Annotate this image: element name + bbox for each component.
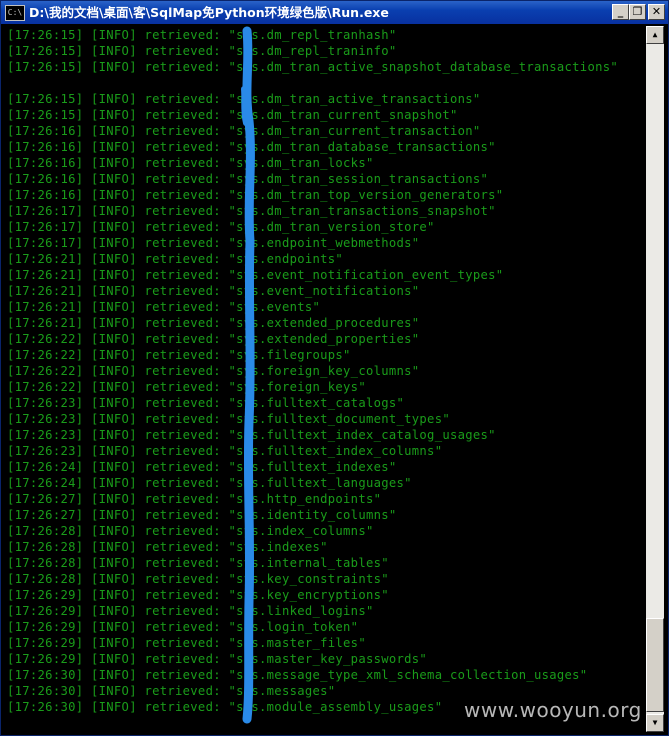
maximize-button[interactable]: ❐ xyxy=(629,4,646,20)
console-line: [17:26:22] [INFO] retrieved: "sys.filegr… xyxy=(7,348,351,362)
console-line: [17:26:29] [INFO] retrieved: "sys.master… xyxy=(7,652,428,666)
console-line: [17:26:16] [INFO] retrieved: "sys.dm_tra… xyxy=(7,188,504,202)
scroll-down-button[interactable]: ▼ xyxy=(646,714,664,732)
console-line: [17:26:29] [INFO] retrieved: "sys.key_en… xyxy=(7,588,389,602)
console-line: [17:26:30] [INFO] retrieved: "sys.messag… xyxy=(7,684,336,698)
console-output[interactable]: [17:26:15] [INFO] retrieved: "sys.dm_rep… xyxy=(5,26,644,732)
watermark: www.wooyun.org xyxy=(464,698,642,722)
console-line: [17:26:22] [INFO] retrieved: "sys.extend… xyxy=(7,332,420,346)
minimize-button[interactable]: _ xyxy=(612,4,629,20)
console-line: [17:26:21] [INFO] retrieved: "sys.event_… xyxy=(7,284,420,298)
console-line: [17:26:16] [INFO] retrieved: "sys.dm_tra… xyxy=(7,140,496,154)
close-button[interactable]: ✕ xyxy=(648,4,665,20)
scroll-thumb[interactable] xyxy=(646,618,664,712)
console-line: [17:26:16] [INFO] retrieved: "sys.dm_tra… xyxy=(7,156,374,170)
console-line: [17:26:29] [INFO] retrieved: "sys.master… xyxy=(7,636,366,650)
console-line: [17:26:22] [INFO] retrieved: "sys.foreig… xyxy=(7,364,420,378)
console-line: [17:26:21] [INFO] retrieved: "sys.event_… xyxy=(7,268,504,282)
console-line: [17:26:21] [INFO] retrieved: "sys.events… xyxy=(7,300,321,314)
console-line: [17:26:22] [INFO] retrieved: "sys.foreig… xyxy=(7,380,366,394)
console-line: [17:26:28] [INFO] retrieved: "sys.key_co… xyxy=(7,572,389,586)
console-line: [17:26:21] [INFO] retrieved: "sys.endpoi… xyxy=(7,252,344,266)
console-line: [17:26:17] [INFO] retrieved: "sys.dm_tra… xyxy=(7,204,496,218)
console-line: [17:26:15] [INFO] retrieved: "sys.dm_tra… xyxy=(7,92,481,106)
console-line: [17:26:17] [INFO] retrieved: "sys.dm_tra… xyxy=(7,220,435,234)
console-line: [17:26:27] [INFO] retrieved: "sys.http_e… xyxy=(7,492,382,506)
console-line: [17:26:15] [INFO] retrieved: "sys.dm_tra… xyxy=(7,108,458,122)
console-line: [17:26:28] [INFO] retrieved: "sys.indexe… xyxy=(7,540,328,554)
console-line: [17:26:16] [INFO] retrieved: "sys.dm_tra… xyxy=(7,124,481,138)
console-line: [17:26:17] [INFO] retrieved: "sys.endpoi… xyxy=(7,236,420,250)
console-line: [17:26:29] [INFO] retrieved: "sys.linked… xyxy=(7,604,374,618)
console-line: [17:26:28] [INFO] retrieved: "sys.intern… xyxy=(7,556,389,570)
console-window: C:\ D:\我的文档\桌面\客\SqlMap免Python环境绿色版\Run.… xyxy=(0,0,669,736)
console-line: [17:26:15] [INFO] retrieved: "sys.dm_rep… xyxy=(7,28,397,42)
console-line: [17:26:15] [INFO] retrieved: "sys.dm_tra… xyxy=(7,60,618,74)
title-bar[interactable]: C:\ D:\我的文档\桌面\客\SqlMap免Python环境绿色版\Run.… xyxy=(1,1,668,24)
console-line: [17:26:23] [INFO] retrieved: "sys.fullte… xyxy=(7,412,450,426)
window-title: D:\我的文档\桌面\客\SqlMap免Python环境绿色版\Run.exe xyxy=(29,5,389,20)
console-line: [17:26:28] [INFO] retrieved: "sys.index_… xyxy=(7,524,374,538)
vertical-scrollbar[interactable]: ▲ ▼ xyxy=(646,26,664,732)
scroll-up-button[interactable]: ▲ xyxy=(646,26,664,44)
console-line: [17:26:23] [INFO] retrieved: "sys.fullte… xyxy=(7,428,496,442)
console-line: [17:26:24] [INFO] retrieved: "sys.fullte… xyxy=(7,476,412,490)
console-line: [17:26:29] [INFO] retrieved: "sys.login_… xyxy=(7,620,359,634)
console-icon[interactable]: C:\ xyxy=(5,5,25,21)
console-line: [17:26:30] [INFO] retrieved: "sys.messag… xyxy=(7,668,588,682)
console-line: [17:26:24] [INFO] retrieved: "sys.fullte… xyxy=(7,460,397,474)
console-line: [17:26:15] [INFO] retrieved: "sys.dm_rep… xyxy=(7,44,397,58)
console-lines: [17:26:15] [INFO] retrieved: "sys.dm_rep… xyxy=(7,27,618,715)
console-line: [17:26:27] [INFO] retrieved: "sys.identi… xyxy=(7,508,397,522)
console-line: [17:26:23] [INFO] retrieved: "sys.fullte… xyxy=(7,396,405,410)
console-line: [17:26:21] [INFO] retrieved: "sys.extend… xyxy=(7,316,420,330)
console-line: [17:26:23] [INFO] retrieved: "sys.fullte… xyxy=(7,444,443,458)
console-line: [17:26:16] [INFO] retrieved: "sys.dm_tra… xyxy=(7,172,489,186)
